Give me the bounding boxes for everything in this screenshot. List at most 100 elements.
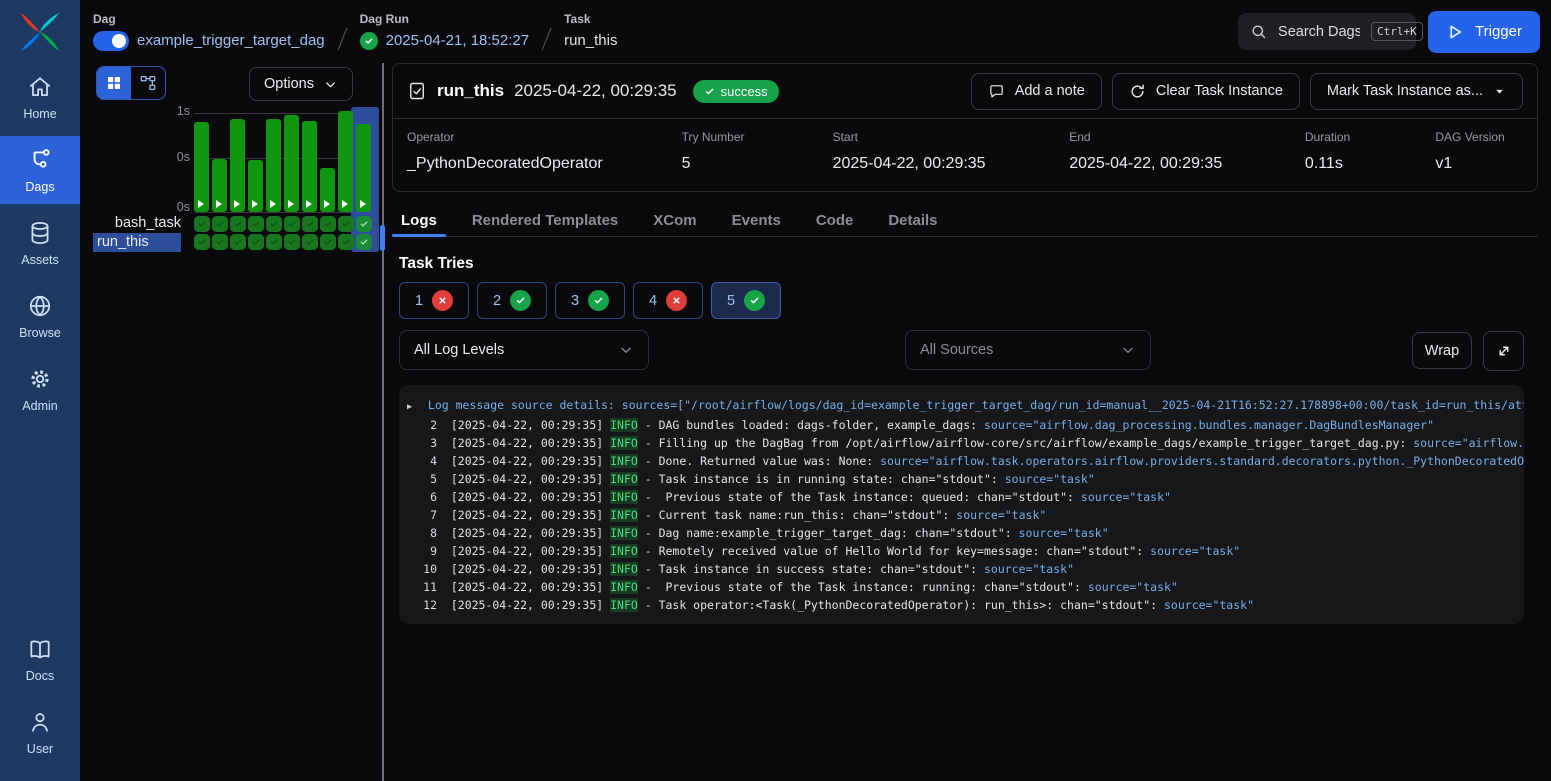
- tab-rendered-templates[interactable]: Rendered Templates: [463, 205, 627, 236]
- sidebar-item-home[interactable]: Home: [0, 63, 80, 131]
- play-icon: [342, 200, 348, 208]
- log-source-link[interactable]: source="task": [1005, 472, 1095, 486]
- log-source-link[interactable]: source="airflow.task.operators.airflow.p…: [880, 454, 1524, 468]
- dag-run-duration-bar[interactable]: [230, 119, 245, 212]
- log-source-link[interactable]: source="task": [1164, 598, 1254, 612]
- task-instance-cell[interactable]: [230, 216, 246, 232]
- log-source-link[interactable]: source="task": [1081, 490, 1171, 504]
- sidebar-item-label: Home: [23, 107, 56, 121]
- trigger-button[interactable]: Trigger: [1428, 11, 1540, 53]
- sidebar-item-docs[interactable]: Docs: [0, 625, 80, 693]
- log-source-link[interactable]: source="airflow.dag_processing.bundles.m…: [984, 418, 1434, 432]
- task-instance-cell[interactable]: [338, 216, 354, 232]
- tab-logs[interactable]: Logs: [392, 205, 446, 236]
- clear-task-instance-button[interactable]: Clear Task Instance: [1112, 73, 1300, 110]
- sidebar-item-dags[interactable]: Dags: [0, 136, 80, 204]
- log-source-expander-icon[interactable]: ▶: [407, 398, 421, 416]
- task-instance-cell[interactable]: [194, 216, 210, 232]
- log-line-number: 9: [407, 542, 437, 560]
- dag-run-duration-bar[interactable]: [302, 121, 317, 212]
- task-row-label-run_this[interactable]: run_this: [93, 233, 181, 252]
- task-instance-card: run_this 2025-04-22, 00:29:35 success Ad…: [392, 63, 1538, 192]
- task-instance-cell[interactable]: [356, 216, 372, 232]
- log-source-header-text: Log message source details: sources=["/r…: [421, 398, 1524, 412]
- task-instance-cell[interactable]: [194, 234, 210, 250]
- log-timestamp: [2025-04-22, 00:29:35]: [437, 436, 610, 450]
- log-source-link[interactable]: source="airflow.models.dagbag.DagBag": [1413, 436, 1524, 450]
- task-instance-cell[interactable]: [284, 234, 300, 250]
- log-message: - Task instance in success state: chan="…: [638, 562, 984, 576]
- dag-run-duration-bar[interactable]: [338, 111, 353, 212]
- task-instance-cell[interactable]: [266, 234, 282, 250]
- dag-run-date-link[interactable]: 2025-04-21, 18:52:27: [386, 32, 529, 49]
- task-instance-cell[interactable]: [302, 234, 318, 250]
- airflow-logo[interactable]: [0, 0, 80, 63]
- task-instance-title: run_this: [437, 81, 504, 101]
- log-level-select[interactable]: All Log Levels: [399, 330, 649, 370]
- task-instance-cell[interactable]: [230, 234, 246, 250]
- graph-view-button[interactable]: [131, 67, 165, 99]
- task-instance-cell[interactable]: [212, 216, 228, 232]
- tab-xcom[interactable]: XCom: [644, 205, 705, 236]
- task-try-3[interactable]: 3: [555, 282, 625, 319]
- sidebar-item-label: Browse: [19, 326, 61, 340]
- sidebar-item-user[interactable]: User: [0, 698, 80, 766]
- search-dags-box[interactable]: Ctrl+K: [1238, 13, 1416, 50]
- task-instance-cell[interactable]: [212, 234, 228, 250]
- dag-run-duration-bar[interactable]: [194, 122, 209, 212]
- fullscreen-button[interactable]: [1483, 331, 1524, 371]
- breadcrumb-task: Task run_this: [564, 12, 617, 52]
- play-icon: [288, 200, 294, 208]
- dag-run-duration-bar[interactable]: [266, 119, 281, 212]
- tab-code[interactable]: Code: [807, 205, 863, 236]
- log-timestamp: [2025-04-22, 00:29:35]: [437, 508, 610, 522]
- dag-run-duration-bar[interactable]: [356, 124, 371, 212]
- sidebar-item-assets[interactable]: Assets: [0, 209, 80, 277]
- log-source-link[interactable]: source="task": [1019, 526, 1109, 540]
- task-label: Task: [564, 12, 617, 26]
- options-button[interactable]: Options: [249, 67, 353, 101]
- log-timestamp: [2025-04-22, 00:29:35]: [437, 544, 610, 558]
- sidebar-item-browse[interactable]: Browse: [0, 282, 80, 350]
- log-line: 3 [2025-04-22, 00:29:35] INFO - Filling …: [407, 434, 1524, 452]
- log-source-link[interactable]: source="task": [1088, 580, 1178, 594]
- task-try-5[interactable]: 5: [711, 282, 781, 319]
- task-instance-cell[interactable]: [248, 234, 264, 250]
- log-source-link[interactable]: source="task": [956, 508, 1046, 522]
- task-row-label-bash_task[interactable]: bash_task: [93, 215, 181, 231]
- grid-view-button[interactable]: [97, 67, 131, 99]
- task-instance-cell[interactable]: [302, 216, 318, 232]
- tab-events[interactable]: Events: [723, 205, 790, 236]
- wrap-button[interactable]: Wrap: [1412, 332, 1472, 369]
- sidebar-item-admin[interactable]: Admin: [0, 355, 80, 423]
- task-instance-cell[interactable]: [356, 234, 372, 250]
- task-instance-cell[interactable]: [320, 216, 336, 232]
- task-instance-cell[interactable]: [248, 216, 264, 232]
- task-try-2[interactable]: 2: [477, 282, 547, 319]
- task-instance-cell[interactable]: [338, 234, 354, 250]
- try-number: 5: [727, 293, 735, 309]
- dag-name-link[interactable]: example_trigger_target_dag: [137, 32, 325, 49]
- task-try-4[interactable]: 4: [633, 282, 703, 319]
- search-input[interactable]: [1276, 23, 1362, 41]
- log-source-link[interactable]: source="task": [984, 562, 1074, 576]
- task-instance-cell[interactable]: [284, 216, 300, 232]
- task-try-1[interactable]: 1: [399, 282, 469, 319]
- panel-resize-handle[interactable]: [380, 225, 385, 251]
- dag-run-duration-bar[interactable]: [284, 115, 299, 212]
- play-icon: [1446, 23, 1464, 41]
- log-source-select[interactable]: All Sources: [905, 330, 1151, 370]
- tab-details[interactable]: Details: [879, 205, 946, 236]
- sidebar: Home DagsAssets Browse Admin DocsUser: [0, 0, 80, 781]
- task-instance-cell[interactable]: [266, 216, 282, 232]
- dag-run-duration-bar[interactable]: [212, 159, 227, 212]
- log-source-link[interactable]: source="task": [1150, 544, 1240, 558]
- add-note-button[interactable]: Add a note: [971, 73, 1102, 110]
- task-instance-cell[interactable]: [320, 234, 336, 250]
- dag-run-duration-bar[interactable]: [320, 168, 335, 212]
- dag-run-duration-bar[interactable]: [248, 160, 263, 212]
- mark-task-instance-as-button[interactable]: Mark Task Instance as...: [1310, 73, 1523, 110]
- task-name[interactable]: run_this: [564, 32, 617, 49]
- dag-pause-toggle[interactable]: [93, 31, 129, 51]
- log-level: INFO: [610, 580, 638, 594]
